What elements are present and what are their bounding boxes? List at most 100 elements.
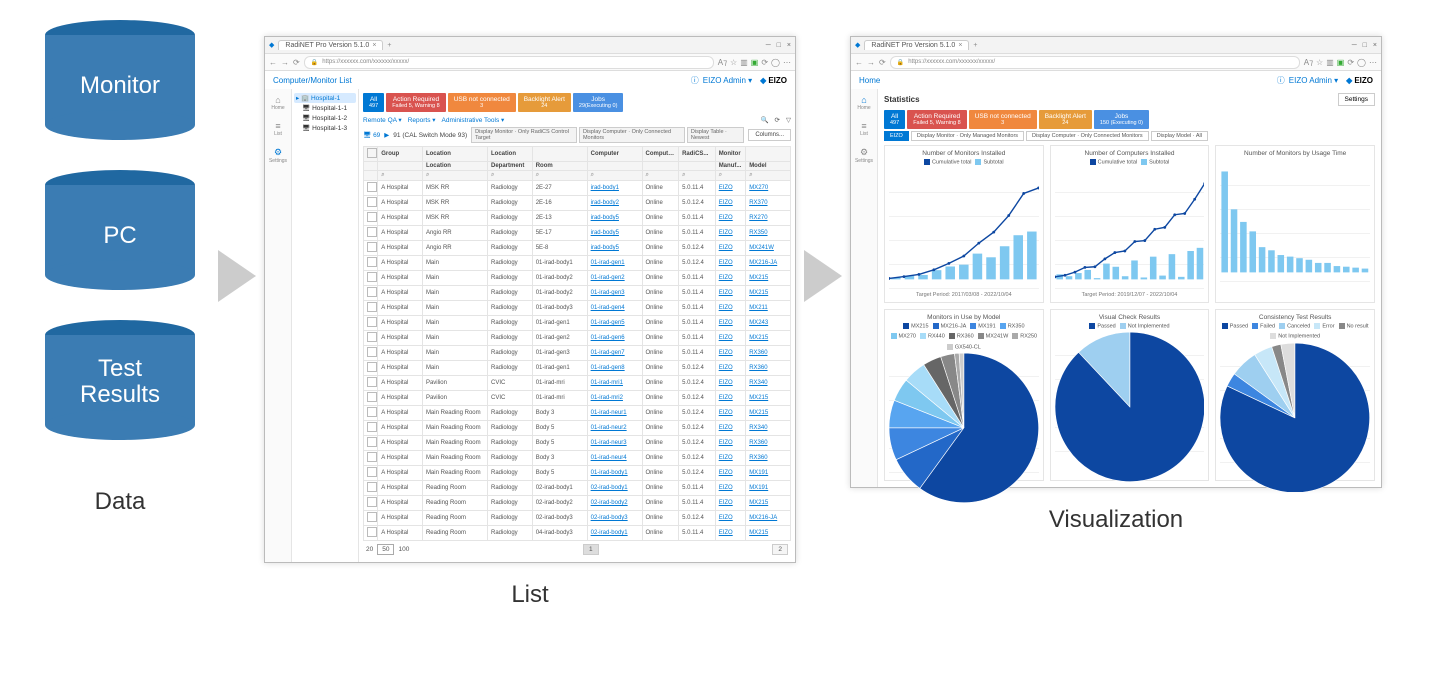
table-row[interactable]: A HospitalMain Reading RoomRadiologyBody… xyxy=(364,466,791,481)
window-maximize[interactable]: □ xyxy=(1363,42,1367,49)
column-subheader[interactable] xyxy=(587,162,642,171)
row-checkbox[interactable] xyxy=(367,392,377,402)
browser-tab[interactable]: RadiNET Pro Version 5.1.0× xyxy=(278,40,383,50)
filter-chip[interactable]: Display Monitor · Only RadiCS Control Ta… xyxy=(471,127,577,143)
row-checkbox[interactable] xyxy=(367,317,377,327)
cell-link[interactable]: RX370 xyxy=(749,200,767,206)
cell-link[interactable]: EIZO xyxy=(719,185,733,191)
cell-link[interactable]: EIZO xyxy=(719,335,733,341)
column-subheader[interactable]: Manuf... xyxy=(715,162,746,171)
table-row[interactable]: A HospitalMain Reading RoomRadiologyBody… xyxy=(364,451,791,466)
column-subheader[interactable]: Room xyxy=(532,162,587,171)
menu-remote-qa[interactable]: Remote QA ▾ xyxy=(363,116,402,124)
tree-item[interactable]: 🖥 Hospital-1-3 xyxy=(294,123,356,133)
user-menu[interactable]: EIZO Admin ▾ xyxy=(1277,75,1338,86)
row-checkbox[interactable] xyxy=(367,257,377,267)
extension-icon[interactable]: ▣ xyxy=(1337,58,1345,67)
cell-link[interactable]: EIZO xyxy=(719,200,733,206)
column-subheader[interactable]: Department xyxy=(488,162,533,171)
filter-jobs[interactable]: Jobs150 (Executing 0) xyxy=(1094,110,1149,129)
window-close[interactable]: × xyxy=(1373,42,1377,49)
row-checkbox-cell[interactable] xyxy=(364,481,378,496)
sync-icon[interactable]: ⟳ xyxy=(761,58,768,67)
cell-link[interactable]: EIZO xyxy=(719,230,733,236)
cell-link[interactable]: RX340 xyxy=(749,380,767,386)
row-checkbox-cell[interactable] xyxy=(364,241,378,256)
cell-link[interactable]: RX360 xyxy=(749,365,767,371)
row-checkbox-cell[interactable] xyxy=(364,226,378,241)
cell-link[interactable]: MX215 xyxy=(749,500,768,506)
cell-link[interactable]: MX216-JA xyxy=(749,260,777,266)
nav-item-list[interactable]: ≡List xyxy=(860,121,868,137)
table-row[interactable]: A HospitalPavilionCVIC01-irad-mri01-irad… xyxy=(364,391,791,406)
column-header[interactable]: Location xyxy=(488,147,533,162)
breadcrumb[interactable]: Home xyxy=(859,76,880,85)
cell-link[interactable]: MX191 xyxy=(749,470,768,476)
table-row[interactable]: A HospitalMSK RRRadiology2E-13irad-body5… xyxy=(364,211,791,226)
row-checkbox[interactable] xyxy=(367,197,377,207)
row-checkbox[interactable] xyxy=(367,452,377,462)
table-row[interactable]: A HospitalMainRadiology01-irad-gen201-ir… xyxy=(364,331,791,346)
row-checkbox-cell[interactable] xyxy=(364,526,378,541)
cell-link[interactable]: EIZO xyxy=(719,215,733,221)
cell-link[interactable]: MX215 xyxy=(749,275,768,281)
row-checkbox[interactable] xyxy=(367,182,377,192)
cell-link[interactable]: EIZO xyxy=(719,485,733,491)
column-subheader[interactable] xyxy=(679,162,716,171)
tree-item[interactable]: 🖥 Hospital-1-1 xyxy=(294,103,356,113)
column-filter[interactable]: ⌕ xyxy=(679,171,716,181)
refresh-icon[interactable]: ⟳ xyxy=(775,116,780,124)
cell-link[interactable]: EIZO xyxy=(719,500,733,506)
filter-chip[interactable]: Display Computer · Only Connected Monito… xyxy=(1026,131,1149,141)
column-filter[interactable]: ⌕ xyxy=(422,171,487,181)
cell-link[interactable]: 01-irad-gen1 xyxy=(591,260,625,266)
row-checkbox-cell[interactable] xyxy=(364,271,378,286)
cell-link[interactable]: irad-body5 xyxy=(591,245,619,251)
page-button[interactable]: 2 xyxy=(772,544,788,555)
column-filter[interactable]: ⌕ xyxy=(715,171,746,181)
nav-item-home[interactable]: ⌂Home xyxy=(857,95,870,111)
menu-icon[interactable]: ⋯ xyxy=(1369,58,1377,67)
cell-link[interactable]: EIZO xyxy=(719,320,733,326)
profile-icon[interactable]: ◯ xyxy=(771,58,780,67)
read-aloud-icon[interactable]: A⁊ xyxy=(718,58,727,67)
collections-icon[interactable]: ▥ xyxy=(1326,58,1334,67)
row-checkbox-cell[interactable] xyxy=(364,316,378,331)
cell-link[interactable]: irad-body2 xyxy=(591,200,619,206)
cell-link[interactable]: 01-irad-gen3 xyxy=(591,290,625,296)
column-header[interactable] xyxy=(532,147,587,162)
cell-link[interactable]: EIZO xyxy=(719,275,733,281)
menu-icon[interactable]: ⋯ xyxy=(783,58,791,67)
row-checkbox-cell[interactable] xyxy=(364,346,378,361)
filter-chip[interactable]: Display Model · All xyxy=(1151,131,1208,141)
row-checkbox[interactable] xyxy=(367,437,377,447)
cell-link[interactable]: irad-body5 xyxy=(591,215,619,221)
cell-link[interactable]: MX243 xyxy=(749,320,768,326)
filter-usb[interactable]: USB not connected3 xyxy=(448,93,516,112)
table-row[interactable]: A HospitalMain Reading RoomRadiologyBody… xyxy=(364,406,791,421)
filter-action-required[interactable]: Action RequiredFailed 5, Warning 8 xyxy=(386,93,446,112)
cell-link[interactable]: MX215 xyxy=(749,335,768,341)
window-minimize[interactable]: ─ xyxy=(766,42,771,49)
cell-link[interactable]: RX360 xyxy=(749,350,767,356)
cell-link[interactable]: 02-irad-body1 xyxy=(591,530,628,536)
cell-link[interactable]: EIZO xyxy=(719,410,733,416)
nav-item-home[interactable]: ⌂Home xyxy=(271,95,284,111)
cell-link[interactable]: RX340 xyxy=(749,425,767,431)
cell-link[interactable]: 02-irad-body3 xyxy=(591,515,628,521)
cell-link[interactable]: RX360 xyxy=(749,440,767,446)
new-tab-button[interactable]: + xyxy=(973,42,977,49)
cell-link[interactable]: 02-irad-body2 xyxy=(591,500,628,506)
new-tab-button[interactable]: + xyxy=(387,42,391,49)
table-row[interactable]: A HospitalAngio RRRadiology5E-17irad-bod… xyxy=(364,226,791,241)
row-checkbox-cell[interactable] xyxy=(364,361,378,376)
cell-link[interactable]: 01-irad-gen8 xyxy=(591,365,625,371)
table-row[interactable]: A HospitalMSK RRRadiology2E-27irad-body1… xyxy=(364,181,791,196)
table-row[interactable]: A HospitalMainRadiology01-irad-gen301-ir… xyxy=(364,346,791,361)
column-filter[interactable]: ⌕ xyxy=(488,171,533,181)
cell-link[interactable]: 01-irad-body1 xyxy=(591,470,628,476)
row-checkbox-cell[interactable] xyxy=(364,496,378,511)
row-checkbox-cell[interactable] xyxy=(364,301,378,316)
nav-item-settings[interactable]: ⚙Settings xyxy=(269,147,287,164)
row-checkbox[interactable] xyxy=(367,302,377,312)
